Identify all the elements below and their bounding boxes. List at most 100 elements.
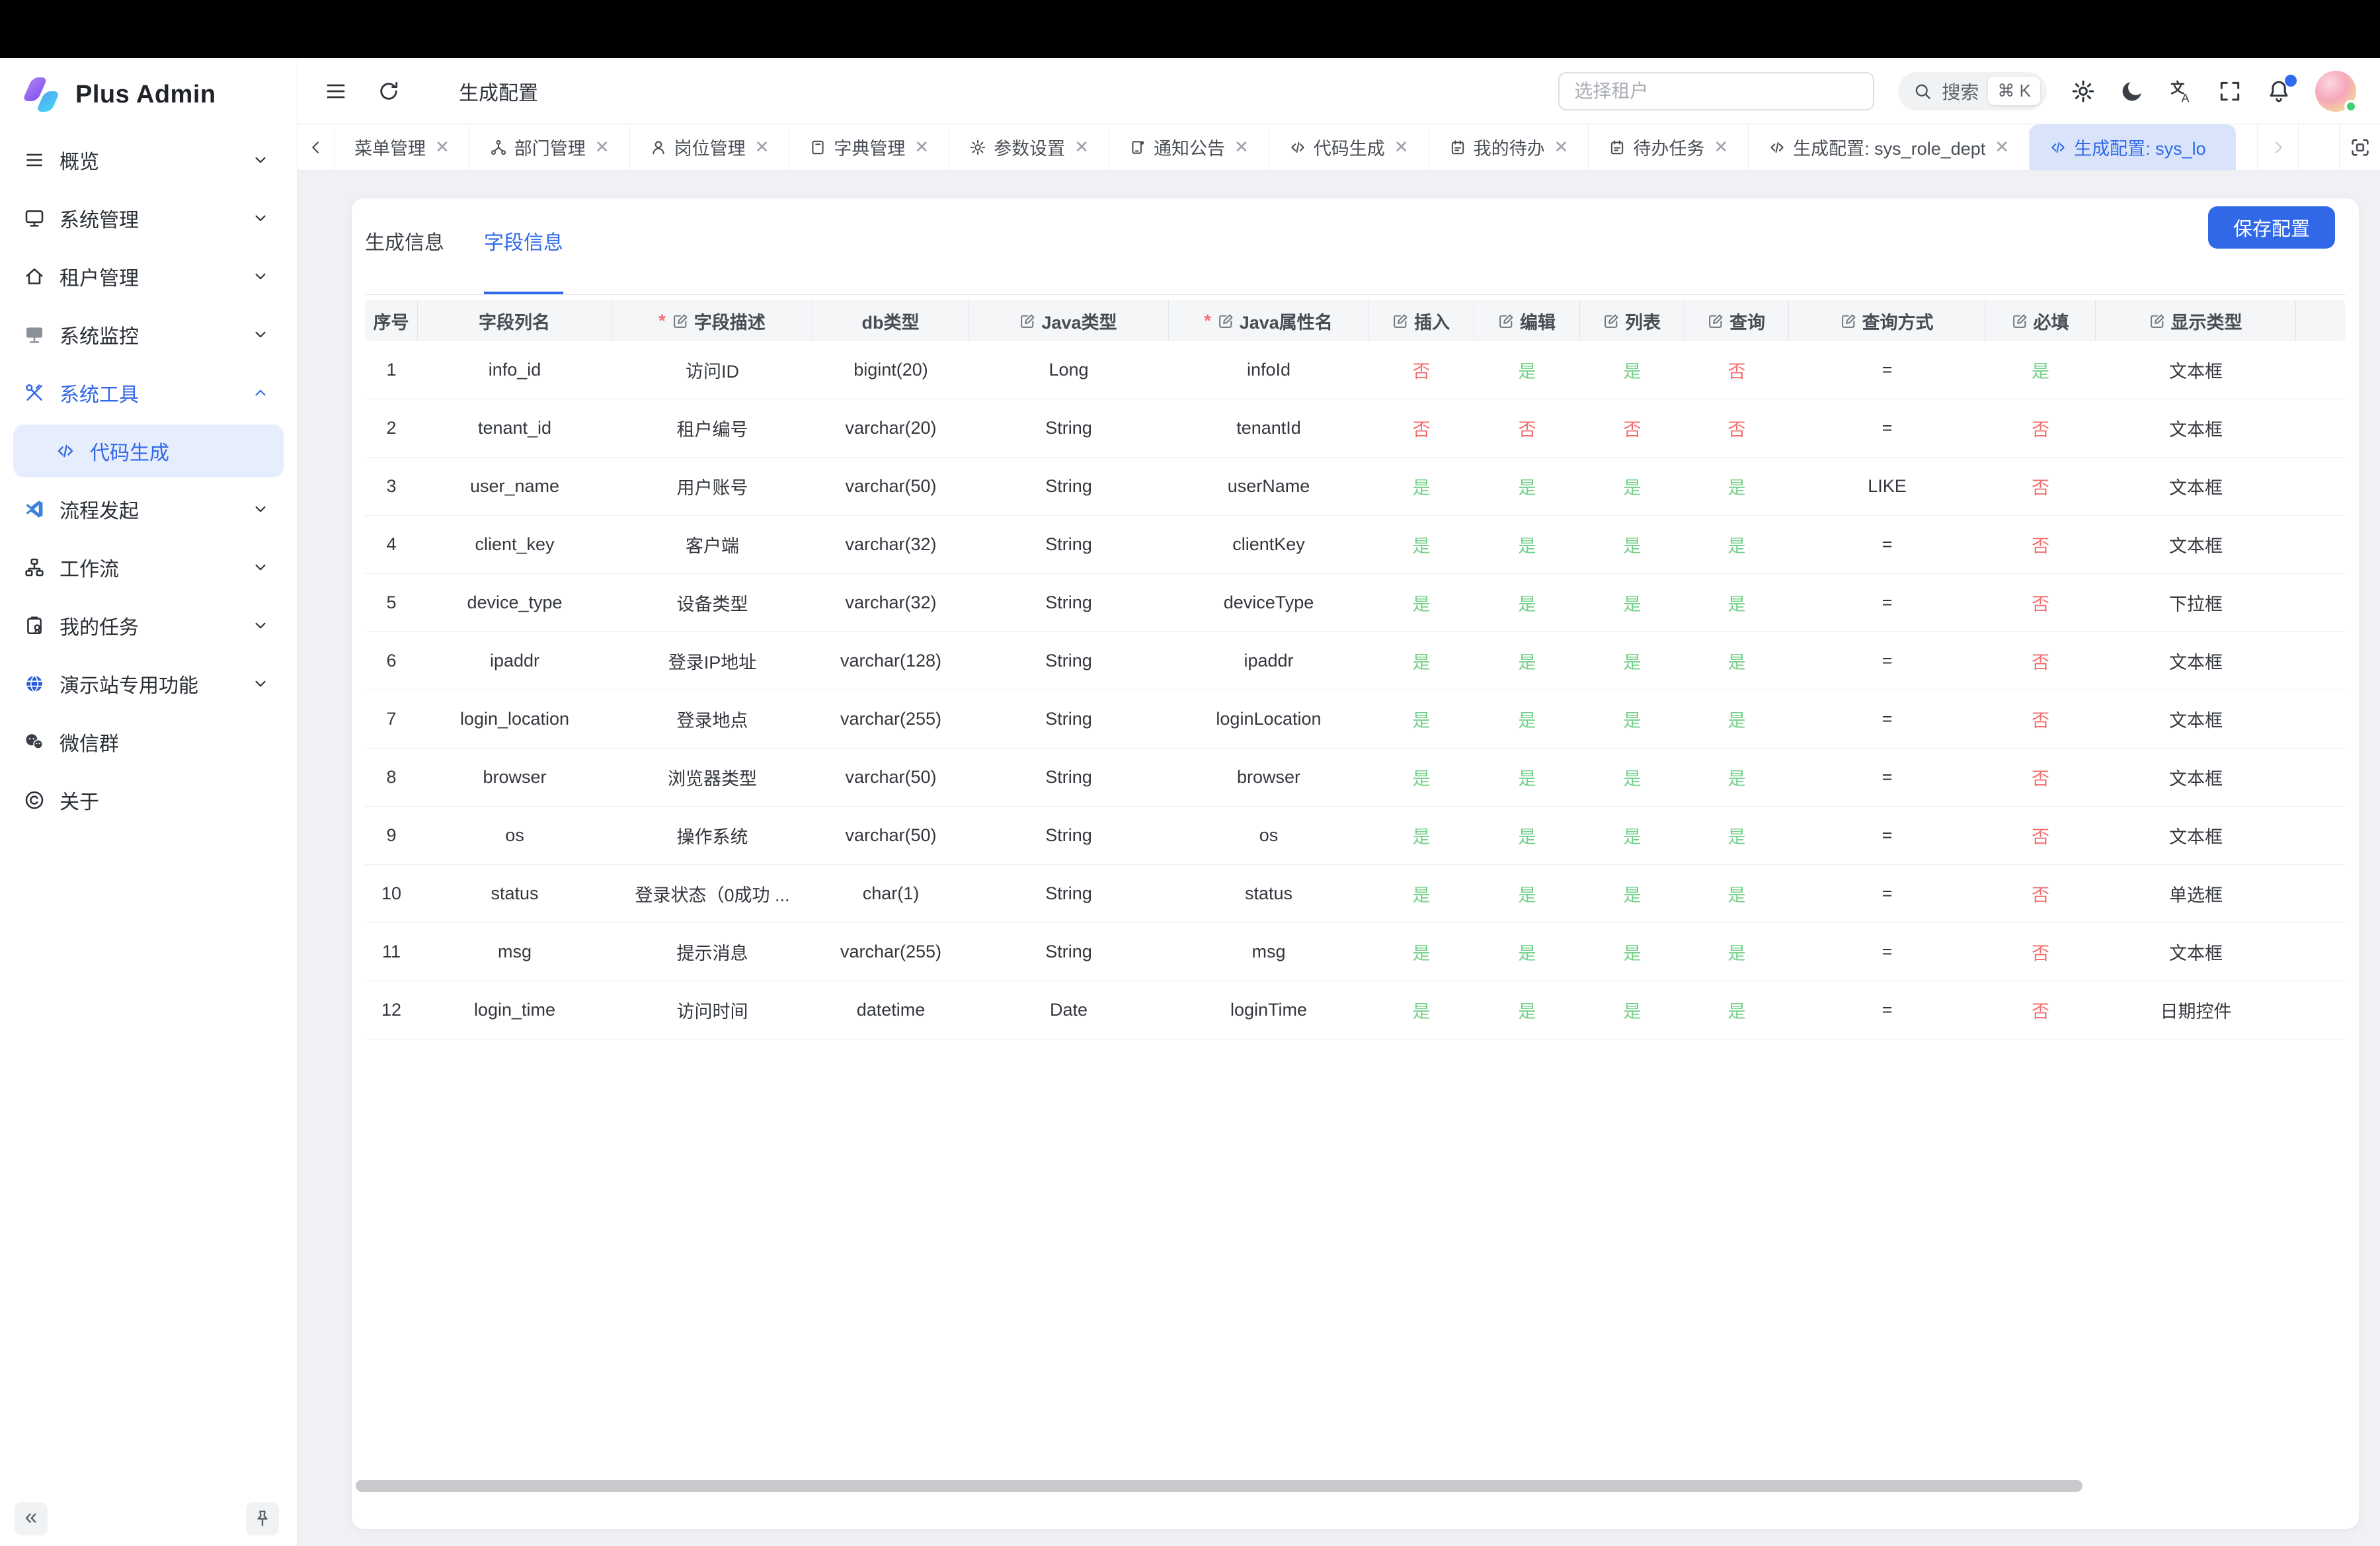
dark-mode-moon-icon[interactable] [2120,79,2145,104]
cell-display[interactable]: 文本框 [2096,399,2296,458]
cell-desc[interactable]: 登录地点 [612,690,813,749]
cell-list[interactable]: 是 [1580,981,1685,1039]
tab-close-icon[interactable]: ✕ [1394,137,1409,157]
cell-query[interactable]: 否 [1685,341,1789,399]
cell-required[interactable]: 否 [1985,749,2096,807]
cell-javaProp[interactable]: clientKey [1169,516,1368,574]
cell-desc[interactable]: 用户账号 [612,458,813,516]
cell-insert[interactable]: 否 [1368,399,1474,458]
cell-edit[interactable]: 是 [1474,807,1580,865]
cell-required[interactable]: 否 [1985,632,2096,690]
cell-required[interactable]: 否 [1985,458,2096,516]
page-tab-岗位管理[interactable]: 岗位管理✕ [630,124,790,170]
cell-queryType[interactable]: = [1789,749,1985,807]
cell-required[interactable]: 否 [1985,574,2096,632]
tab-close-icon[interactable]: ✕ [755,137,770,157]
tabs-dropdown-button[interactable] [2298,124,2339,170]
cell-list[interactable]: 否 [1580,399,1685,458]
cell-required[interactable]: 否 [1985,690,2096,749]
sidebar-item-系统工具[interactable]: 系统工具 [0,364,297,422]
cell-list[interactable]: 是 [1580,807,1685,865]
content-fullscreen-button[interactable] [2339,124,2380,170]
cell-insert[interactable]: 是 [1368,865,1474,923]
sidebar-item-流程发起[interactable]: 流程发起 [0,480,297,538]
tab-close-icon[interactable]: ✕ [1234,137,1249,157]
cell-insert[interactable]: 是 [1368,574,1474,632]
tab-close-icon[interactable]: ✕ [1714,137,1728,157]
cell-javaType[interactable]: String [969,749,1169,807]
cell-javaProp[interactable]: infoId [1169,341,1368,399]
cell-display[interactable]: 文本框 [2096,458,2296,516]
cell-display[interactable]: 文本框 [2096,807,2296,865]
tab-close-icon[interactable]: ✕ [1074,137,1089,157]
tab-close-icon[interactable]: ✕ [914,137,929,157]
cell-display[interactable]: 文本框 [2096,516,2296,574]
cell-javaProp[interactable]: loginTime [1169,981,1368,1039]
cell-query[interactable]: 是 [1685,981,1789,1039]
cell-required[interactable]: 否 [1985,516,2096,574]
cell-display[interactable]: 文本框 [2096,923,2296,981]
cell-edit[interactable]: 是 [1474,923,1580,981]
sidebar-item-代码生成[interactable]: 代码生成 [13,425,284,477]
page-tab-字典管理[interactable]: 字典管理✕ [789,124,949,170]
cell-queryType[interactable]: = [1789,865,1985,923]
hamburger-menu-icon[interactable] [324,79,348,103]
cell-queryType[interactable]: = [1789,923,1985,981]
page-tab-待办任务[interactable]: 待办任务✕ [1589,124,1749,170]
cell-javaType[interactable]: String [969,458,1169,516]
cell-display[interactable]: 文本框 [2096,632,2296,690]
cell-edit[interactable]: 否 [1474,399,1580,458]
horizontal-scrollbar-thumb[interactable] [356,1480,2082,1492]
page-tab-生成配置: sys_role_dept[interactable]: 生成配置: sys_role_dept✕ [1749,124,2030,170]
cell-javaType[interactable]: String [969,923,1169,981]
cell-display[interactable]: 文本框 [2096,341,2296,399]
tabs-scroll-right-button[interactable] [2257,124,2298,170]
cell-javaType[interactable]: String [969,807,1169,865]
cell-required[interactable]: 否 [1985,807,2096,865]
cell-insert[interactable]: 是 [1368,690,1474,749]
tabs-scroll-left-button[interactable] [298,124,335,170]
cell-edit[interactable]: 是 [1474,341,1580,399]
cell-query[interactable]: 是 [1685,516,1789,574]
cell-desc[interactable]: 设备类型 [612,574,813,632]
cell-list[interactable]: 是 [1580,865,1685,923]
cell-queryType[interactable]: = [1789,574,1985,632]
cell-insert[interactable]: 是 [1368,516,1474,574]
cell-desc[interactable]: 访问时间 [612,981,813,1039]
cell-list[interactable]: 是 [1580,749,1685,807]
cell-insert[interactable]: 是 [1368,632,1474,690]
cell-edit[interactable]: 是 [1474,458,1580,516]
cell-required[interactable]: 否 [1985,923,2096,981]
sidebar-item-系统管理[interactable]: 系统管理 [0,189,297,247]
cell-display[interactable]: 单选框 [2096,865,2296,923]
settings-gear-icon[interactable] [2071,79,2096,104]
cell-edit[interactable]: 是 [1474,574,1580,632]
cell-query[interactable]: 是 [1685,807,1789,865]
cell-display[interactable]: 文本框 [2096,749,2296,807]
tab-field-info[interactable]: 字段信息 [484,226,563,294]
cell-list[interactable]: 是 [1580,632,1685,690]
cell-queryType[interactable]: = [1789,807,1985,865]
cell-queryType[interactable]: = [1789,341,1985,399]
cell-javaProp[interactable]: browser [1169,749,1368,807]
cell-javaProp[interactable]: status [1169,865,1368,923]
cell-display[interactable]: 下拉框 [2096,574,2296,632]
refresh-icon[interactable] [377,79,401,103]
sidebar-pin-button[interactable] [246,1502,279,1535]
cell-list[interactable]: 是 [1580,341,1685,399]
tab-generate-info[interactable]: 生成信息 [365,226,444,294]
sidebar-item-系统监控[interactable]: 系统监控 [0,305,297,364]
cell-insert[interactable]: 否 [1368,341,1474,399]
cell-insert[interactable]: 是 [1368,807,1474,865]
tenant-select-input[interactable] [1558,72,1874,110]
sidebar-item-租户管理[interactable]: 租户管理 [0,247,297,305]
sidebar-item-演示站专用功能[interactable]: 演示站专用功能 [0,655,297,713]
sidebar-item-概览[interactable]: 概览 [0,131,297,189]
cell-javaType[interactable]: String [969,865,1169,923]
page-tab-我的待办[interactable]: 我的待办✕ [1429,124,1589,170]
cell-desc[interactable]: 提示消息 [612,923,813,981]
global-search-button[interactable]: 搜索 ⌘ K [1898,72,2047,110]
cell-javaProp[interactable]: deviceType [1169,574,1368,632]
cell-queryType[interactable]: = [1789,632,1985,690]
cell-list[interactable]: 是 [1580,516,1685,574]
